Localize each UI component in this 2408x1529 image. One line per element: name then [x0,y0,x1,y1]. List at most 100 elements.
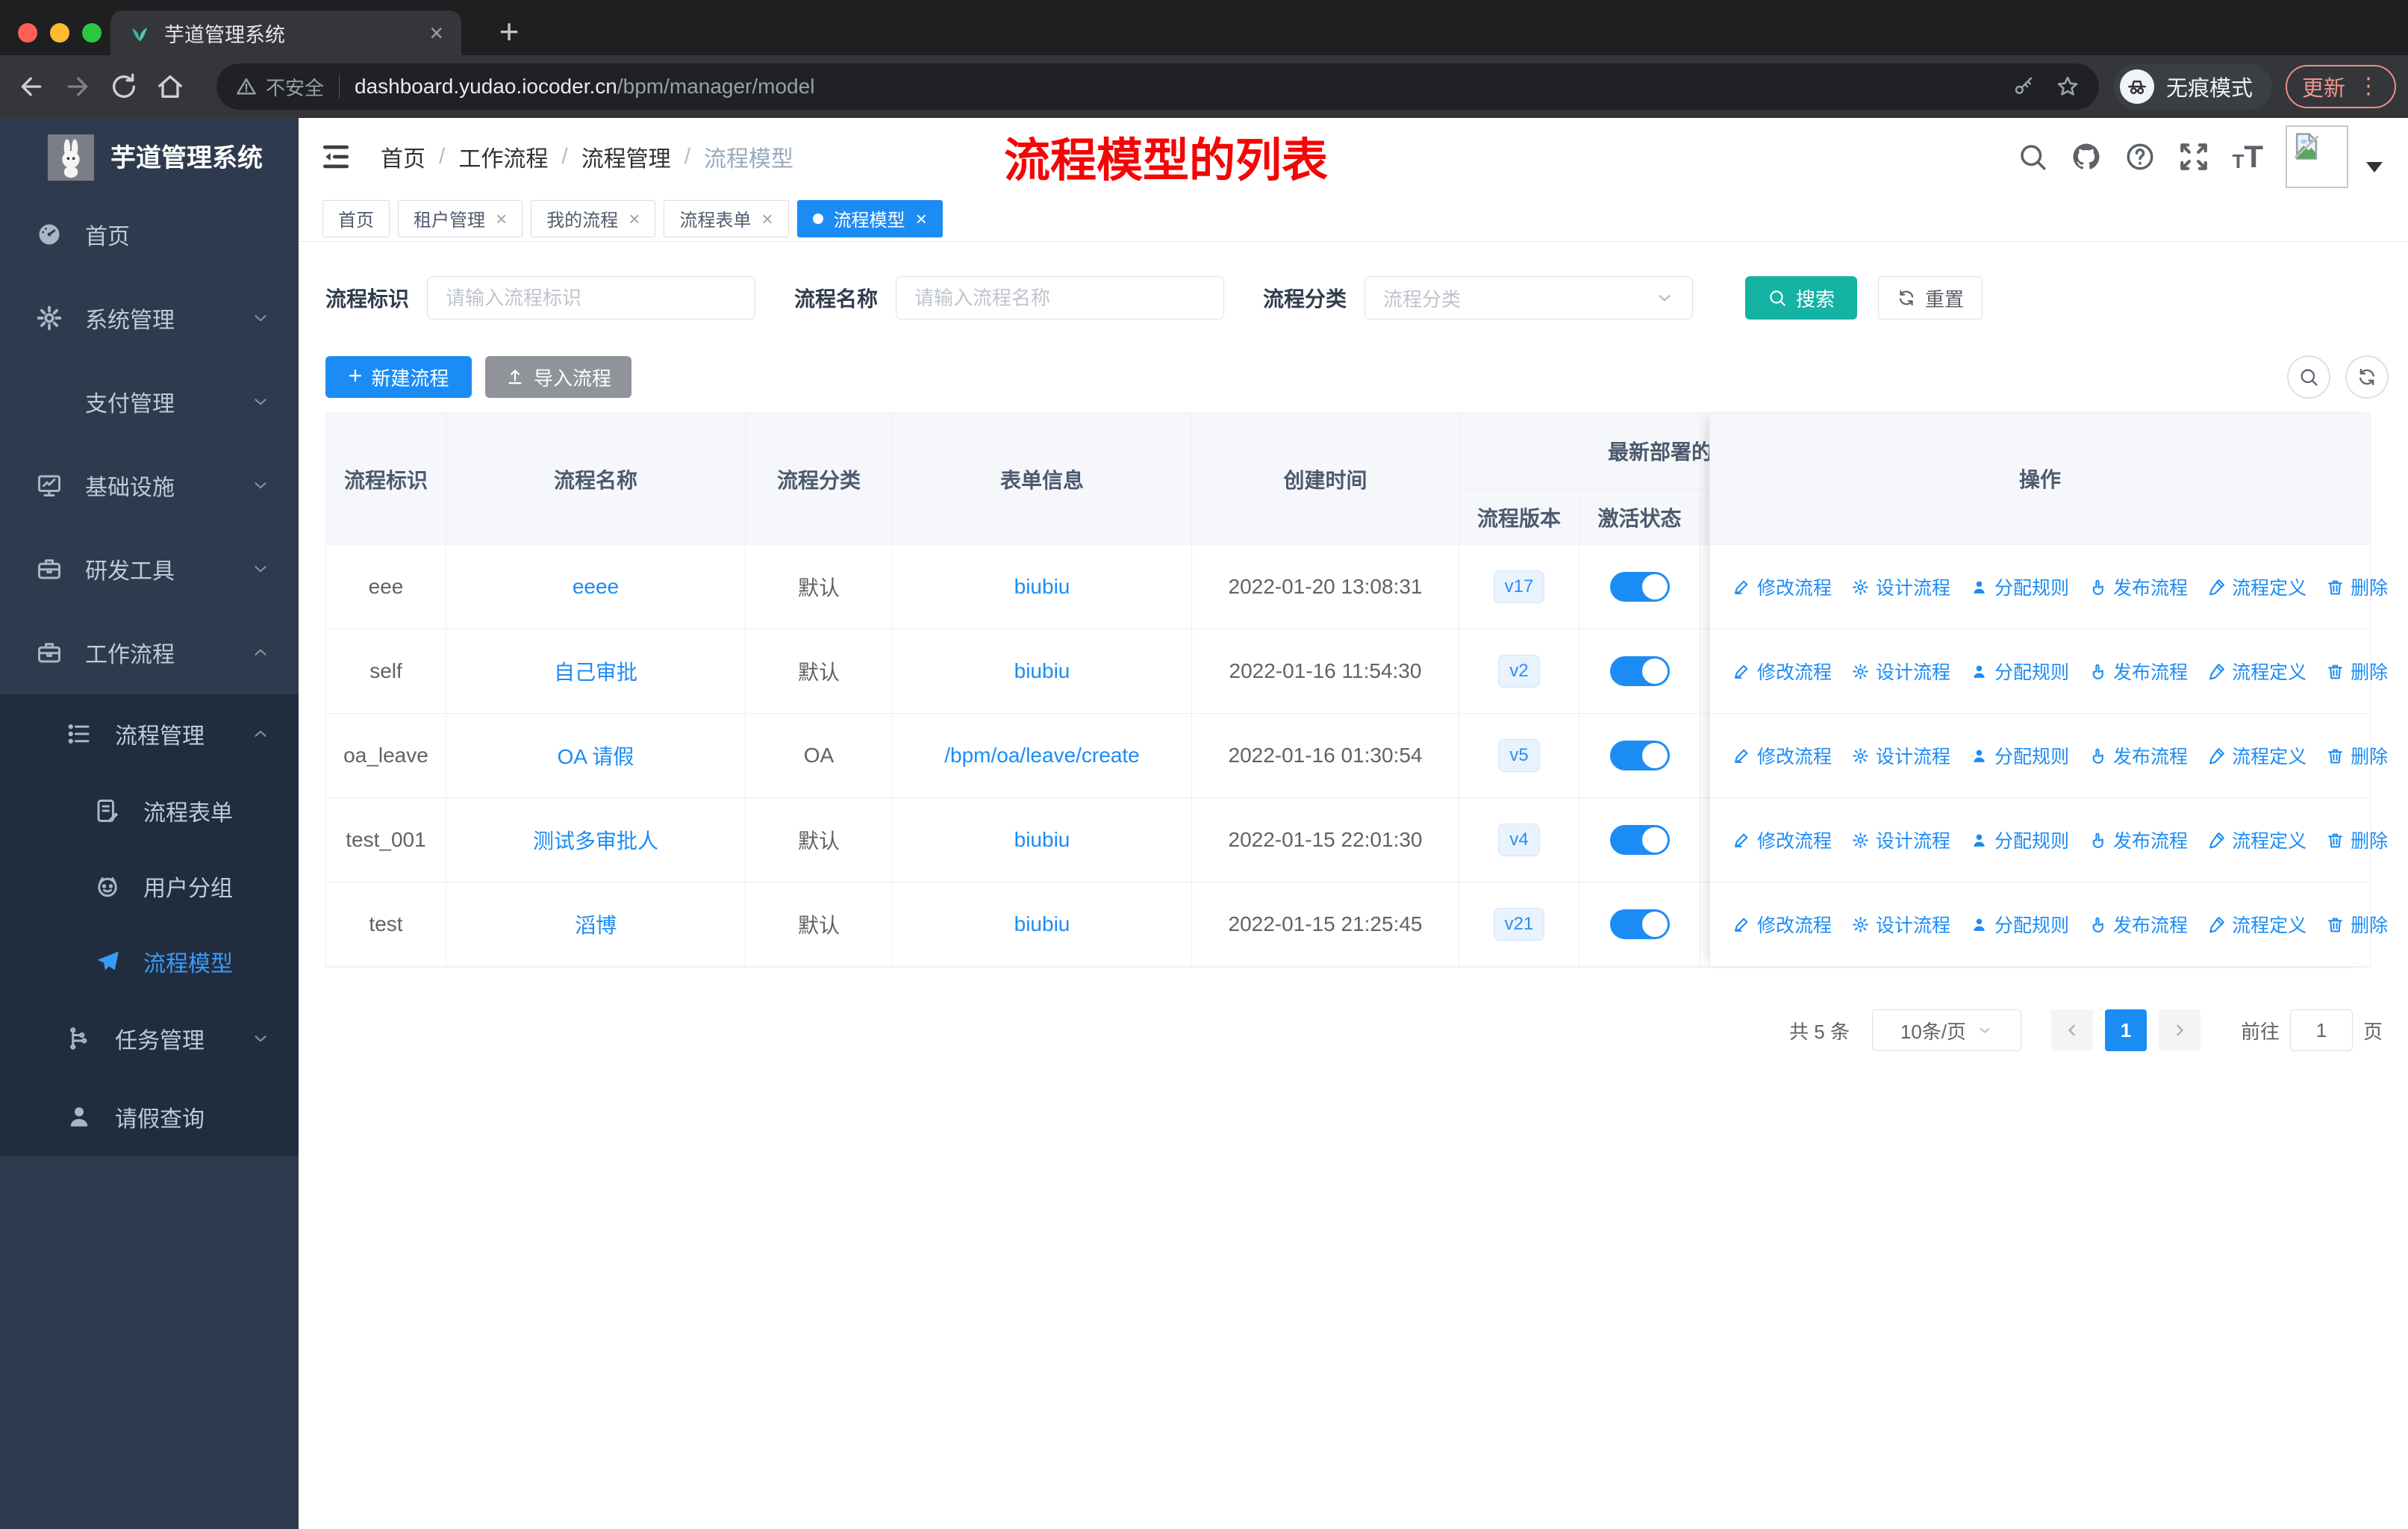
sidebar-item-process-mgmt[interactable]: 流程管理 [0,694,299,773]
cell-form-text[interactable]: biubiu [1014,912,1070,936]
bookmark-star-icon[interactable] [2056,75,2080,99]
window-zoom-button[interactable] [82,23,102,43]
action-publish-link[interactable]: 发布流程 [2089,658,2188,685]
tag-home[interactable]: 首页 [322,199,390,237]
browser-update-button[interactable]: 更新 ⋮ [2285,65,2396,108]
tag-close-icon[interactable]: × [496,209,507,228]
breadcrumb-home[interactable]: 首页 [381,140,425,173]
tag-close-icon[interactable]: × [916,209,927,228]
cell-form-text[interactable]: biubiu [1014,659,1070,683]
fullscreen-icon[interactable] [2178,141,2209,172]
browser-menu-icon[interactable]: ⋮ [2357,75,2380,98]
action-assign-link[interactable]: 分配规则 [1970,826,2069,853]
action-modify-link[interactable]: 修改流程 [1732,658,1832,685]
tag-tenant[interactable]: 租户管理 × [398,199,523,237]
forward-button[interactable] [63,72,93,102]
back-button[interactable] [16,72,46,102]
action-definition-link[interactable]: 流程定义 [2207,573,2306,600]
cell-form-text[interactable]: biubiu [1014,828,1070,852]
action-assign-link[interactable]: 分配规则 [1970,742,2069,769]
action-modify-link[interactable]: 修改流程 [1732,573,1832,600]
active-toggle[interactable] [1609,909,1670,939]
action-assign-link[interactable]: 分配规则 [1970,573,2069,600]
cell-name-text[interactable]: 测试多审批人 [533,825,658,855]
show-search-button[interactable] [2287,355,2330,399]
sidebar-item-system[interactable]: 系统管理 [0,276,299,360]
avatar[interactable] [2286,125,2348,188]
font-size-icon[interactable]: TT [2232,141,2263,172]
action-definition-link[interactable]: 流程定义 [2207,658,2306,685]
reset-button[interactable]: 重置 [1878,276,1983,320]
sidebar-item-leave-query[interactable]: 请假查询 [0,1077,299,1156]
help-icon[interactable] [2124,141,2156,172]
home-button[interactable] [155,72,185,102]
search-button[interactable]: 搜索 [1745,276,1858,320]
action-definition-link[interactable]: 流程定义 [2207,911,2306,938]
active-toggle[interactable] [1609,656,1670,686]
active-toggle[interactable] [1609,572,1670,602]
sidebar-item-devtools[interactable]: 研发工具 [0,527,299,611]
sidebar-fold-icon[interactable] [319,140,352,173]
avatar-caret-icon[interactable] [2366,162,2383,172]
action-delete-link[interactable]: 删除 [2326,658,2388,685]
tag-process-form[interactable]: 流程表单 × [664,199,789,237]
sidebar-item-process-model[interactable]: 流程模型 [0,924,299,999]
password-key-icon[interactable] [2012,75,2035,98]
action-publish-link[interactable]: 发布流程 [2089,573,2188,600]
page-size-select[interactable]: 10条/页 [1871,1009,2021,1051]
sidebar-item-payment[interactable]: 支付管理 [0,360,299,443]
search-icon[interactable] [2017,141,2048,172]
create-process-button[interactable]: + 新建流程 [325,356,472,398]
action-design-link[interactable]: 设计流程 [1851,826,1950,853]
action-modify-link[interactable]: 修改流程 [1732,742,1832,769]
filter-category-select[interactable]: 流程分类 [1364,276,1694,320]
action-delete-link[interactable]: 删除 [2326,573,2388,600]
tab-close-icon[interactable]: × [429,21,443,45]
sidebar-item-task-mgmt[interactable]: 任务管理 [0,999,299,1077]
tag-close-icon[interactable]: × [628,209,640,228]
action-modify-link[interactable]: 修改流程 [1732,826,1832,853]
sidebar-item-workflow[interactable]: 工作流程 [0,611,299,694]
action-delete-link[interactable]: 删除 [2326,826,2388,853]
cell-form-text[interactable]: biubiu [1014,575,1070,599]
action-assign-link[interactable]: 分配规则 [1970,911,2069,938]
tag-process-model[interactable]: 流程模型 × [796,199,943,237]
action-publish-link[interactable]: 发布流程 [2089,742,2188,769]
filter-name-input[interactable] [896,276,1225,320]
sidebar-item-infrastructure[interactable]: 基础设施 [0,443,299,527]
action-delete-link[interactable]: 删除 [2326,911,2388,938]
breadcrumb-workflow[interactable]: 工作流程 [458,140,548,173]
current-page-button[interactable]: 1 [2104,1009,2147,1051]
action-design-link[interactable]: 设计流程 [1851,573,1950,600]
action-definition-link[interactable]: 流程定义 [2207,742,2306,769]
tag-my-process[interactable]: 我的流程 × [531,199,656,237]
reload-button[interactable] [109,72,139,102]
action-definition-link[interactable]: 流程定义 [2207,826,2306,853]
cell-name-text[interactable]: OA 请假 [558,741,634,770]
goto-page-input[interactable] [2289,1009,2353,1051]
action-modify-link[interactable]: 修改流程 [1732,911,1832,938]
active-toggle[interactable] [1609,741,1670,770]
prev-page-button[interactable] [2050,1009,2093,1051]
active-toggle[interactable] [1609,825,1670,855]
action-design-link[interactable]: 设计流程 [1851,911,1950,938]
cell-name-text[interactable]: eeee [573,575,619,599]
next-page-button[interactable] [2158,1009,2200,1051]
cell-form-text[interactable]: /bpm/oa/leave/create [944,744,1140,767]
action-assign-link[interactable]: 分配规则 [1970,658,2069,685]
action-design-link[interactable]: 设计流程 [1851,658,1950,685]
refresh-table-button[interactable] [2345,355,2389,399]
action-design-link[interactable]: 设计流程 [1851,742,1950,769]
action-publish-link[interactable]: 发布流程 [2089,911,2188,938]
browser-tab[interactable]: 芋道管理系统 × [110,10,461,55]
action-publish-link[interactable]: 发布流程 [2089,826,2188,853]
sidebar-item-user-group[interactable]: 用户分组 [0,848,299,924]
cell-name-text[interactable]: 滔博 [575,909,617,939]
sidebar-item-home[interactable]: 首页 [0,193,299,276]
new-tab-button[interactable]: + [487,9,531,54]
github-icon[interactable] [2071,141,2102,172]
address-bar[interactable]: 不安全 dashboard.yudao.iocoder.cn/bpm/manag… [216,63,2099,110]
window-minimize-button[interactable] [50,23,69,43]
sidebar-item-process-form[interactable]: 流程表单 [0,773,299,848]
action-delete-link[interactable]: 删除 [2326,742,2388,769]
